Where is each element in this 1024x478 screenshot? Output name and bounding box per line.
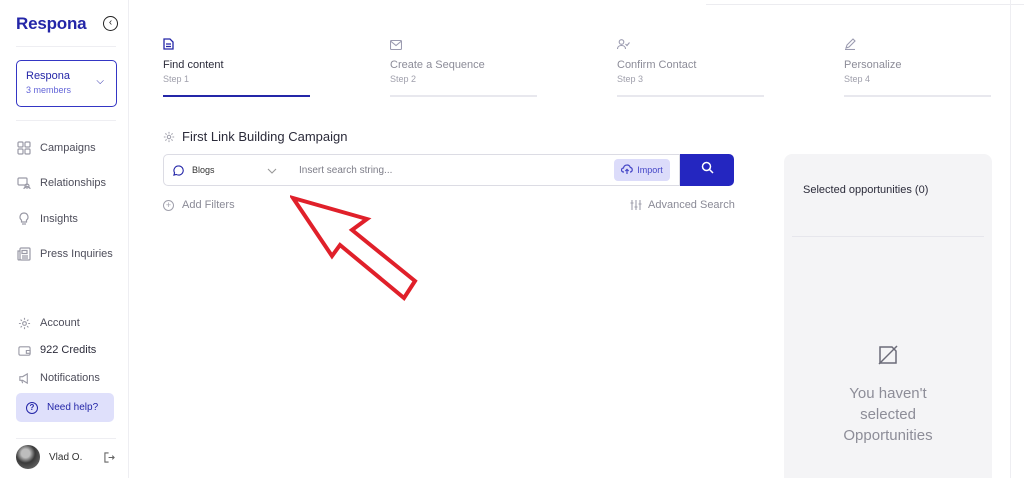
nav-item-credits[interactable]: 922 Credits: [16, 342, 96, 358]
nav-label: 922 Credits: [40, 344, 97, 356]
import-button[interactable]: Import: [614, 159, 670, 181]
add-filters-button[interactable]: + Add Filters: [163, 199, 235, 211]
mail-icon: [389, 37, 403, 51]
nav-label: Press Inquiries: [40, 248, 113, 260]
chevron-down-icon: ⌵: [96, 76, 104, 87]
no-selection-icon: [877, 344, 899, 366]
step-title: Confirm Contact: [617, 59, 697, 71]
campaign-title-row: First Link Building Campaign: [163, 129, 347, 144]
respona-logo[interactable]: Respona: [16, 14, 87, 34]
step-number: Step 1: [163, 74, 190, 84]
nav-item-account[interactable]: Account: [16, 315, 80, 331]
logout-icon[interactable]: [104, 452, 115, 466]
nav-label: Campaigns: [40, 142, 96, 154]
grid-icon: [16, 140, 32, 156]
nav-label: Account: [40, 317, 80, 329]
divider: [792, 236, 984, 237]
divider: [16, 438, 116, 439]
red-arrow-annotation: [290, 195, 418, 301]
advanced-search-label: Advanced Search: [648, 199, 735, 211]
lightbulb-icon: [16, 211, 32, 227]
nav-item-press-inquiries[interactable]: Press Inquiries: [16, 246, 113, 262]
pencil-icon: [844, 37, 856, 51]
collapse-sidebar-icon[interactable]: ‹: [103, 16, 118, 31]
step-progress-bar: [617, 95, 764, 97]
nav-label: Insights: [40, 213, 78, 225]
help-icon: ?: [26, 401, 38, 414]
nav-item-campaigns[interactable]: Campaigns: [16, 140, 96, 156]
step-title: Find content: [163, 59, 224, 71]
page-title: First Link Building Campaign: [182, 129, 348, 144]
advanced-search-button[interactable]: Advanced Search: [630, 199, 735, 211]
newspaper-icon: [16, 246, 32, 262]
step-progress-bar: [163, 95, 310, 97]
gear-icon[interactable]: [163, 131, 175, 143]
help-label: Need help?: [47, 402, 99, 413]
nav-label: Relationships: [40, 177, 107, 189]
user-name: Vlad O.: [49, 451, 83, 463]
user-profile[interactable]: Vlad O.: [16, 445, 82, 469]
step-progress-bar: [390, 95, 537, 97]
empty-line: You haven't: [849, 385, 927, 402]
chat-bubble-icon: [173, 164, 184, 176]
source-type-select[interactable]: Blogs: [163, 154, 287, 186]
chat-people-icon: [16, 175, 32, 191]
nav-item-notifications[interactable]: Notifications: [16, 370, 100, 386]
search-icon: [701, 161, 714, 179]
empty-line: selected: [860, 406, 916, 423]
scrollbar-track[interactable]: [1010, 0, 1024, 478]
document-icon: [163, 37, 175, 50]
step-number: Step 4: [844, 74, 871, 84]
cloud-upload-icon: [621, 164, 634, 176]
step-title: Personalize: [844, 59, 902, 71]
search-row: Blogs Insert search string... Import: [163, 154, 734, 186]
need-help-button[interactable]: ? Need help?: [16, 393, 114, 422]
import-label: Import: [637, 165, 663, 175]
add-filters-label: Add Filters: [182, 199, 235, 211]
search-button[interactable]: [680, 154, 734, 186]
workspace-switcher[interactable]: Respona 3 members ⌵: [16, 60, 117, 107]
nav-label: Notifications: [40, 372, 100, 384]
panel-header: Selected opportunities (0): [803, 184, 929, 196]
selected-opportunities-panel: Selected opportunities (0) You haven't s…: [784, 154, 992, 478]
plus-circle-icon: +: [163, 199, 174, 211]
nav-item-insights[interactable]: Insights: [16, 211, 78, 227]
wallet-icon: [16, 342, 32, 358]
step-progress-bar: [844, 95, 991, 97]
source-type-value: Blogs: [192, 165, 215, 175]
divider: [16, 120, 116, 121]
chevron-down-icon: [267, 166, 277, 176]
sidebar: Respona ‹ Respona 3 members ⌵ Campaigns …: [0, 0, 129, 478]
step-number: Step 2: [390, 74, 417, 84]
nav-item-relationships[interactable]: Relationships: [16, 175, 106, 191]
empty-line: Opportunities: [843, 427, 933, 444]
empty-state-text: You haven't selected Opportunities: [784, 383, 992, 446]
step-title: Create a Sequence: [390, 59, 485, 71]
user-check-icon: [616, 37, 630, 50]
divider: [16, 46, 116, 47]
sliders-icon: [630, 199, 642, 211]
step-number: Step 3: [617, 74, 644, 84]
gear-icon: [16, 315, 32, 331]
megaphone-icon: [16, 370, 32, 386]
campaign-steps: Find content Step 1 Create a Sequence St…: [163, 0, 993, 100]
avatar: [16, 445, 40, 469]
